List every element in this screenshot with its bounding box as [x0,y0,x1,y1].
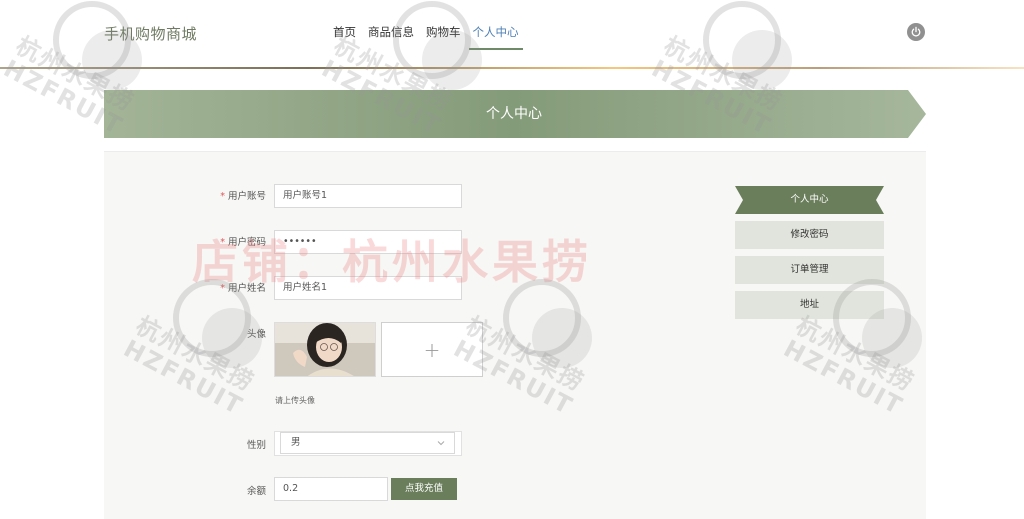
side-menu-profile[interactable]: 个人中心 [735,186,884,214]
plus-icon: + [423,337,441,362]
account-label: * 用户账号 [220,191,266,202]
side-menu-orders[interactable]: 订单管理 [735,256,884,284]
balance-label: 余额 [246,486,266,497]
password-label: * 用户密码 [220,237,266,248]
nav-cart[interactable]: 购物车 [426,24,461,50]
password-input[interactable]: •••••• [274,230,462,254]
power-icon[interactable] [907,23,925,41]
account-input[interactable]: 用户账号1 [274,184,462,208]
recharge-button[interactable]: 点我充值 [391,478,457,500]
page-banner: 个人中心 [104,90,926,138]
name-input[interactable]: 用户姓名1 [274,276,462,300]
top-bar: 手机购物商城 首页 商品信息 购物车 个人中心 [0,0,1024,66]
avatar-hint: 请上传头像 [275,396,315,405]
banner-title: 个人中心 [486,106,542,122]
header-divider [0,67,1024,69]
gender-value: 男 [291,437,301,448]
side-menu-change-password[interactable]: 修改密码 [735,221,884,249]
balance-input[interactable]: 0.2 [274,477,388,501]
brand-title[interactable]: 手机购物商城 [104,23,197,44]
chevron-down-icon [437,441,445,446]
gender-select[interactable]: 男 [280,432,455,454]
gender-label: 性别 [246,440,266,451]
nav-products[interactable]: 商品信息 [368,24,414,50]
nav-profile[interactable]: 个人中心 [468,24,523,50]
avatar-image[interactable] [274,322,376,377]
name-label: * 用户姓名 [220,283,266,294]
